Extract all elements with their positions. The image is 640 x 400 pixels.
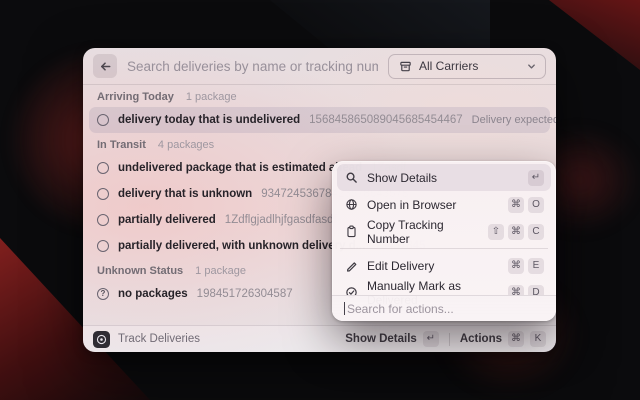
globe-icon [344,198,358,211]
delivery-title: delivery today that is undelivered [118,114,300,126]
cmd-key-icon: ⌘ [508,331,524,347]
pencil-icon [344,259,358,272]
carrier-dropdown[interactable]: All Carriers [388,54,546,79]
section-count: 1 package [195,265,246,277]
chevron-down-icon [527,62,536,71]
cmd-key-icon: ⌘ [508,258,524,274]
action-search-bar [332,295,556,321]
e-key-icon: E [528,258,544,274]
progress-circle-icon [97,162,109,174]
menu-item-show-details[interactable]: Show Details ↵ [337,164,551,191]
cmd-key-icon: ⌘ [508,197,524,213]
shift-key-icon: ⇧ [488,224,504,240]
menu-item-label: Show Details [367,171,437,185]
tracking-number: 198451726304587 [197,288,293,300]
section-title: Arriving Today [97,91,174,103]
desktop: All Carriers Arriving Today 1 package de… [0,0,640,400]
progress-circle-icon [97,240,109,252]
menu-separator [340,248,548,249]
section-title: Unknown Status [97,265,183,277]
action-panel: Show Details ↵ Open in Browser ⌘ O [332,161,556,321]
menu-item-edit-delivery[interactable]: Edit Delivery ⌘ E [337,252,551,279]
k-key-icon: K [530,331,546,347]
search-input[interactable] [127,59,378,74]
tracking-number: 1Zdflgjadlhjfgasdfasdf [225,214,337,226]
magnifier-icon [344,171,358,184]
menu-item-label: Edit Delivery [367,259,434,273]
section-count: 4 packages [158,139,214,151]
question-circle-icon: ? [97,288,109,300]
delivery-title: undelivered package that is estimated ah… [118,162,362,174]
cmd-key-icon: ⌘ [508,224,524,240]
status-bar: Track Deliveries Show Details ↵ Actions … [83,325,556,352]
extension-icon [93,331,110,348]
section-title: In Transit [97,139,146,151]
section-header-arriving-today: Arriving Today 1 package [89,87,550,107]
action-panel-items: Show Details ↵ Open in Browser ⌘ O [332,161,556,306]
delivery-title: partially delivered, with unknown delive… [118,240,365,252]
progress-circle-icon [97,188,109,200]
back-button[interactable] [93,54,117,78]
progress-circle-icon [97,114,109,126]
primary-action-button[interactable]: Show Details [345,333,417,345]
c-key-icon: C [528,224,544,240]
package-box-icon [398,60,412,73]
return-key-icon: ↵ [528,170,544,186]
delivery-title: delivery that is unknown [118,188,252,200]
delivery-row-undelivered-today[interactable]: delivery today that is undelivered 15684… [89,107,550,133]
arrow-left-icon [99,60,112,73]
delivery-title: partially delivered [118,214,216,226]
menu-item-copy-tracking-number[interactable]: Copy Tracking Number ⇧ ⌘ C [337,218,551,245]
search-header: All Carriers [83,48,556,85]
actions-button[interactable]: Actions [460,333,502,345]
carrier-dropdown-label: All Carriers [419,59,520,73]
section-header-in-transit: In Transit 4 packages [89,135,550,155]
text-caret [344,302,345,315]
clipboard-icon [344,225,358,238]
progress-circle-icon [97,214,109,226]
section-count: 1 package [186,91,237,103]
menu-item-label: Copy Tracking Number [367,218,479,246]
extension-name: Track Deliveries [118,333,200,345]
action-search-input[interactable] [347,302,544,316]
menu-item-label: Open in Browser [367,198,456,212]
o-key-icon: O [528,197,544,213]
menu-item-open-in-browser[interactable]: Open in Browser ⌘ O [337,191,551,218]
delivery-eta-text: Delivery expected today [472,114,556,126]
return-key-icon: ↵ [423,331,439,347]
delivery-title: no packages [118,288,188,300]
tracking-number: 156845865089045685454467 [309,114,463,126]
footer-divider [449,333,450,346]
